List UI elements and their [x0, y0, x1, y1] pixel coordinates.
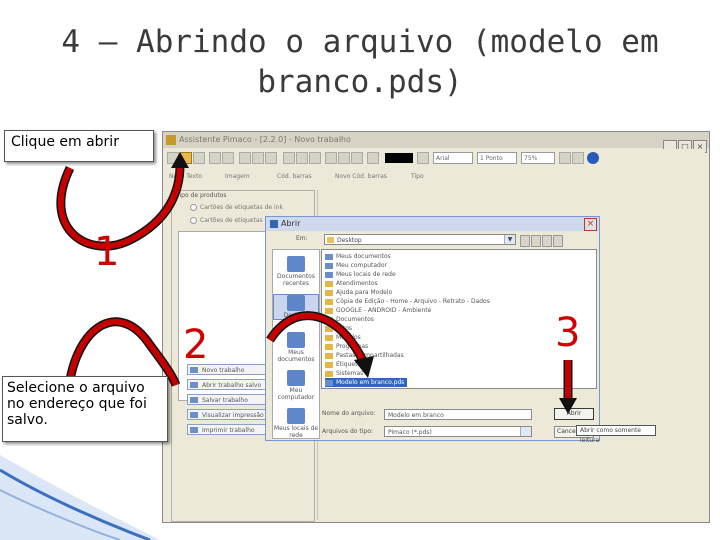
arrow-to-file [266, 311, 374, 378]
step-number-3: 3 [555, 310, 581, 356]
arrow-to-open-icon [56, 152, 189, 251]
callout-click-open: Clique em abrir [4, 130, 154, 162]
step-number-2: 2 [183, 322, 209, 368]
decorative-swoosh [0, 455, 160, 540]
arrow-to-open-button [559, 360, 577, 414]
callout-select-file: Selecione o arquivo no endereço que foi … [2, 376, 168, 442]
step-number-1: 1 [94, 229, 120, 275]
